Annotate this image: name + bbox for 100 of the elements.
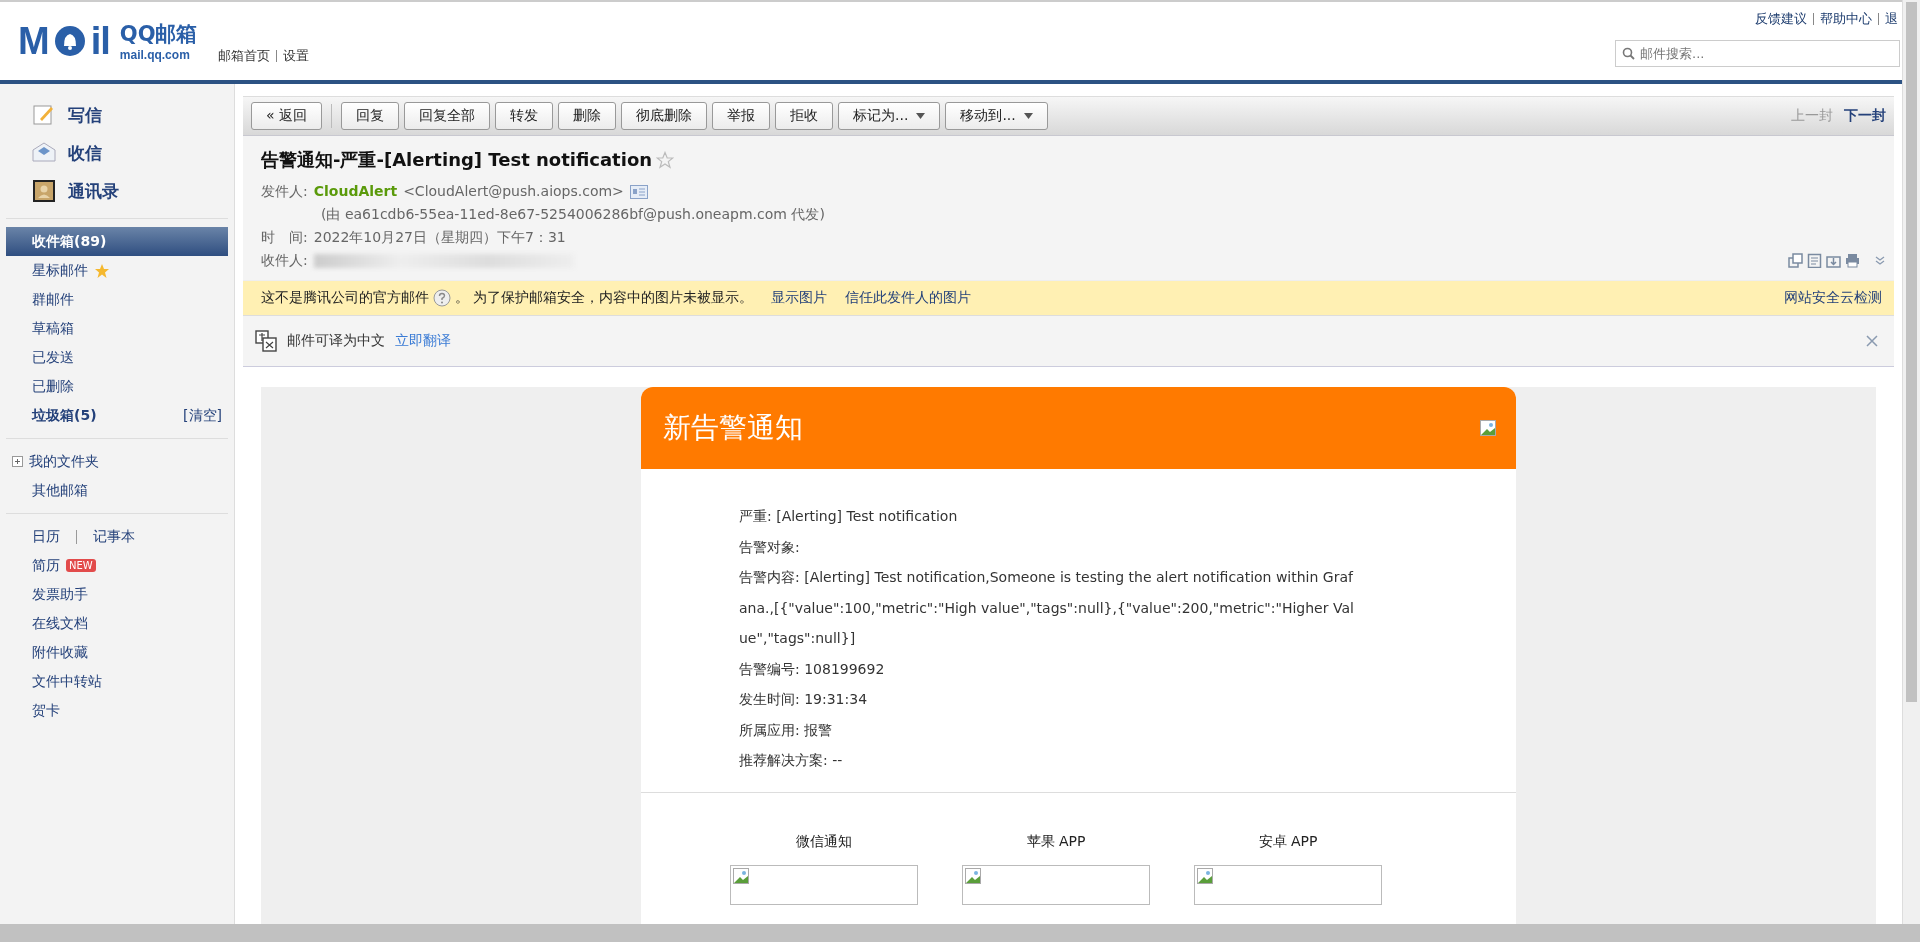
toolbar-button[interactable]: 举报 [712,102,770,130]
top-link[interactable]: 帮助中心 [1820,10,1872,28]
star-outline-icon[interactable] [656,151,675,169]
tool-link[interactable]: 附件收藏 [32,643,88,662]
proxy-sender: (由 ea61cdb6-55ea-11ed-8e67-5254006286bf@push.oneapm.com 代发) [320,205,826,224]
top-link[interactable]: 反馈建议 [1755,10,1807,28]
notice-text: 这不是腾讯公司的官方邮件 [261,289,429,307]
sender-email: <CloudAlert@push.aiops.com> [403,182,624,201]
tool-link[interactable]: 日历 [32,527,60,546]
broken-image-icon [1480,420,1496,436]
bell-logo-icon [52,24,87,58]
alert-detail: 告警编号: 108199692 [739,659,886,679]
mail-time: 2022年10月27日（星期四）下午7：31 [313,228,566,247]
toolbar-button[interactable]: 回复 [341,102,399,130]
sidebar-action[interactable]: 写信 [68,103,102,127]
sidebar-action[interactable]: 通讯录 [68,179,119,203]
mail-subject: 告警通知-严重-[Alerting] Test notification [261,148,653,172]
sender-name: CloudAlert [313,182,398,201]
star-icon [94,262,110,279]
vertical-scrollbar[interactable] [1902,0,1920,924]
folder-item[interactable]: 我的文件夹 [29,452,99,471]
folder-item[interactable]: 已删除 [6,372,228,401]
alert-detail: 发生时间: 19:31:34 [739,690,869,709]
field-label: 时 间: [261,228,308,247]
logo-letter: M [18,19,49,63]
broken-image-icon [965,867,981,884]
contact-card-icon [629,184,648,199]
tool-link[interactable]: 简历 [32,556,60,575]
translate-icon [255,330,277,352]
app-label: 安卓 APP [1258,832,1318,851]
folder-item[interactable]: 群邮件 [6,285,228,314]
note-icon[interactable] [1807,253,1822,268]
folder-item[interactable]: 垃圾箱(5) [清空] [6,401,228,430]
horizontal-scrollbar[interactable] [0,924,1920,942]
caret-icon [1023,113,1033,119]
pager-link[interactable]: 下一封 [1844,107,1886,125]
search-field[interactable]: 邮件搜索... [1615,40,1900,67]
translate-link[interactable]: 立即翻译 [395,332,451,350]
broken-image-icon [733,867,749,884]
alert-detail: 所属应用: 报警 [739,720,834,740]
folder-item[interactable]: 星标邮件 [6,256,228,285]
download-icon[interactable] [1826,253,1841,268]
tool-link[interactable]: 在线文档 [32,614,88,633]
card-title: 新告警通知 [663,410,803,446]
notice-link[interactable]: 信任此发件人的图片 [845,289,972,307]
new-badge: NEW [66,559,96,572]
folder-label: 收件箱(89) [32,232,107,251]
app-label: 苹果 APP [1026,832,1086,851]
folder-item[interactable]: 草稿箱 [6,314,228,343]
tool-link[interactable]: 发票助手 [32,585,88,604]
close-icon[interactable] [1866,335,1878,347]
empty-trash-link[interactable]: [清空] [183,406,222,425]
toolbar-button[interactable]: 转发 [495,102,553,130]
toolbar-button[interactable]: 彻底删除 [621,102,707,130]
folder-label: 星标邮件 [32,261,88,280]
alert-detail: 告警对象: [739,537,801,557]
toolbar-button[interactable]: 删除 [558,102,616,130]
print-icon[interactable] [1845,253,1860,268]
toolbar-button[interactable]: 标记为... [838,102,941,130]
field-label: 收件人: [261,251,308,270]
folder-label: 群邮件 [32,290,74,309]
new-window-icon[interactable] [1788,253,1803,268]
toolbar-button[interactable]: 拒收 [775,102,833,130]
alert-detail: 告警内容: [Alerting] Test notification,Someone is testing the alert notification within Grafana.,[{"value":100,"metric":"High value","tags":null},{"value":200,"metric":"Higher Value","tags":null}] [739,568,1355,648]
top-link[interactable]: 退 [1885,10,1898,28]
folder-label: 草稿箱 [32,319,74,338]
brand-domain: mail.qq.com [119,48,191,62]
notice-link[interactable]: 显示图片 [771,289,828,307]
expand-more-icon[interactable] [1874,254,1886,267]
folder-label: 已删除 [32,377,74,396]
caret-icon [916,113,926,119]
search-icon [1622,47,1635,60]
brand-name: QQ邮箱 [119,21,198,48]
sidebar-action[interactable]: 收信 [68,141,102,165]
envelope-icon [32,141,56,165]
folder-item[interactable]: 其他邮箱 [32,481,88,500]
alert-detail: 严重: [Alerting] Test notification [739,507,959,526]
nav-link[interactable]: 邮箱首页 [217,47,270,65]
tool-link[interactable]: 贺卡 [32,701,60,720]
alert-detail: 推荐解决方案: -- [739,751,844,770]
folder-label: 已发送 [32,348,74,367]
translate-text: 邮件可译为中文 [287,332,385,350]
tool-link[interactable]: 记事本 [93,527,135,546]
folder-item[interactable]: 收件箱(89) [6,227,228,256]
app-label: 微信通知 [796,832,852,851]
logo-letters: il [90,19,110,63]
nav-link[interactable]: 设置 [282,47,309,65]
help-icon [433,289,451,307]
folder-item[interactable]: 已发送 [6,343,228,372]
address-card-icon [32,179,56,203]
toolbar-button[interactable]: 回复全部 [404,102,490,130]
folder-label: 垃圾箱(5) [32,406,97,425]
toolbar-button[interactable]: 移动到... [945,102,1048,130]
tool-link[interactable]: 文件中转站 [32,672,102,691]
broken-image-icon [1197,867,1213,884]
notepad-pencil-icon [32,103,56,127]
field-label: 发件人: [261,182,308,201]
security-check-link[interactable]: 网站安全云检测 [1784,289,1882,307]
notice-text: 。 为了保护邮箱安全，内容中的图片未被显示。 [455,289,754,307]
back-button[interactable]: « 返回 [251,102,322,130]
